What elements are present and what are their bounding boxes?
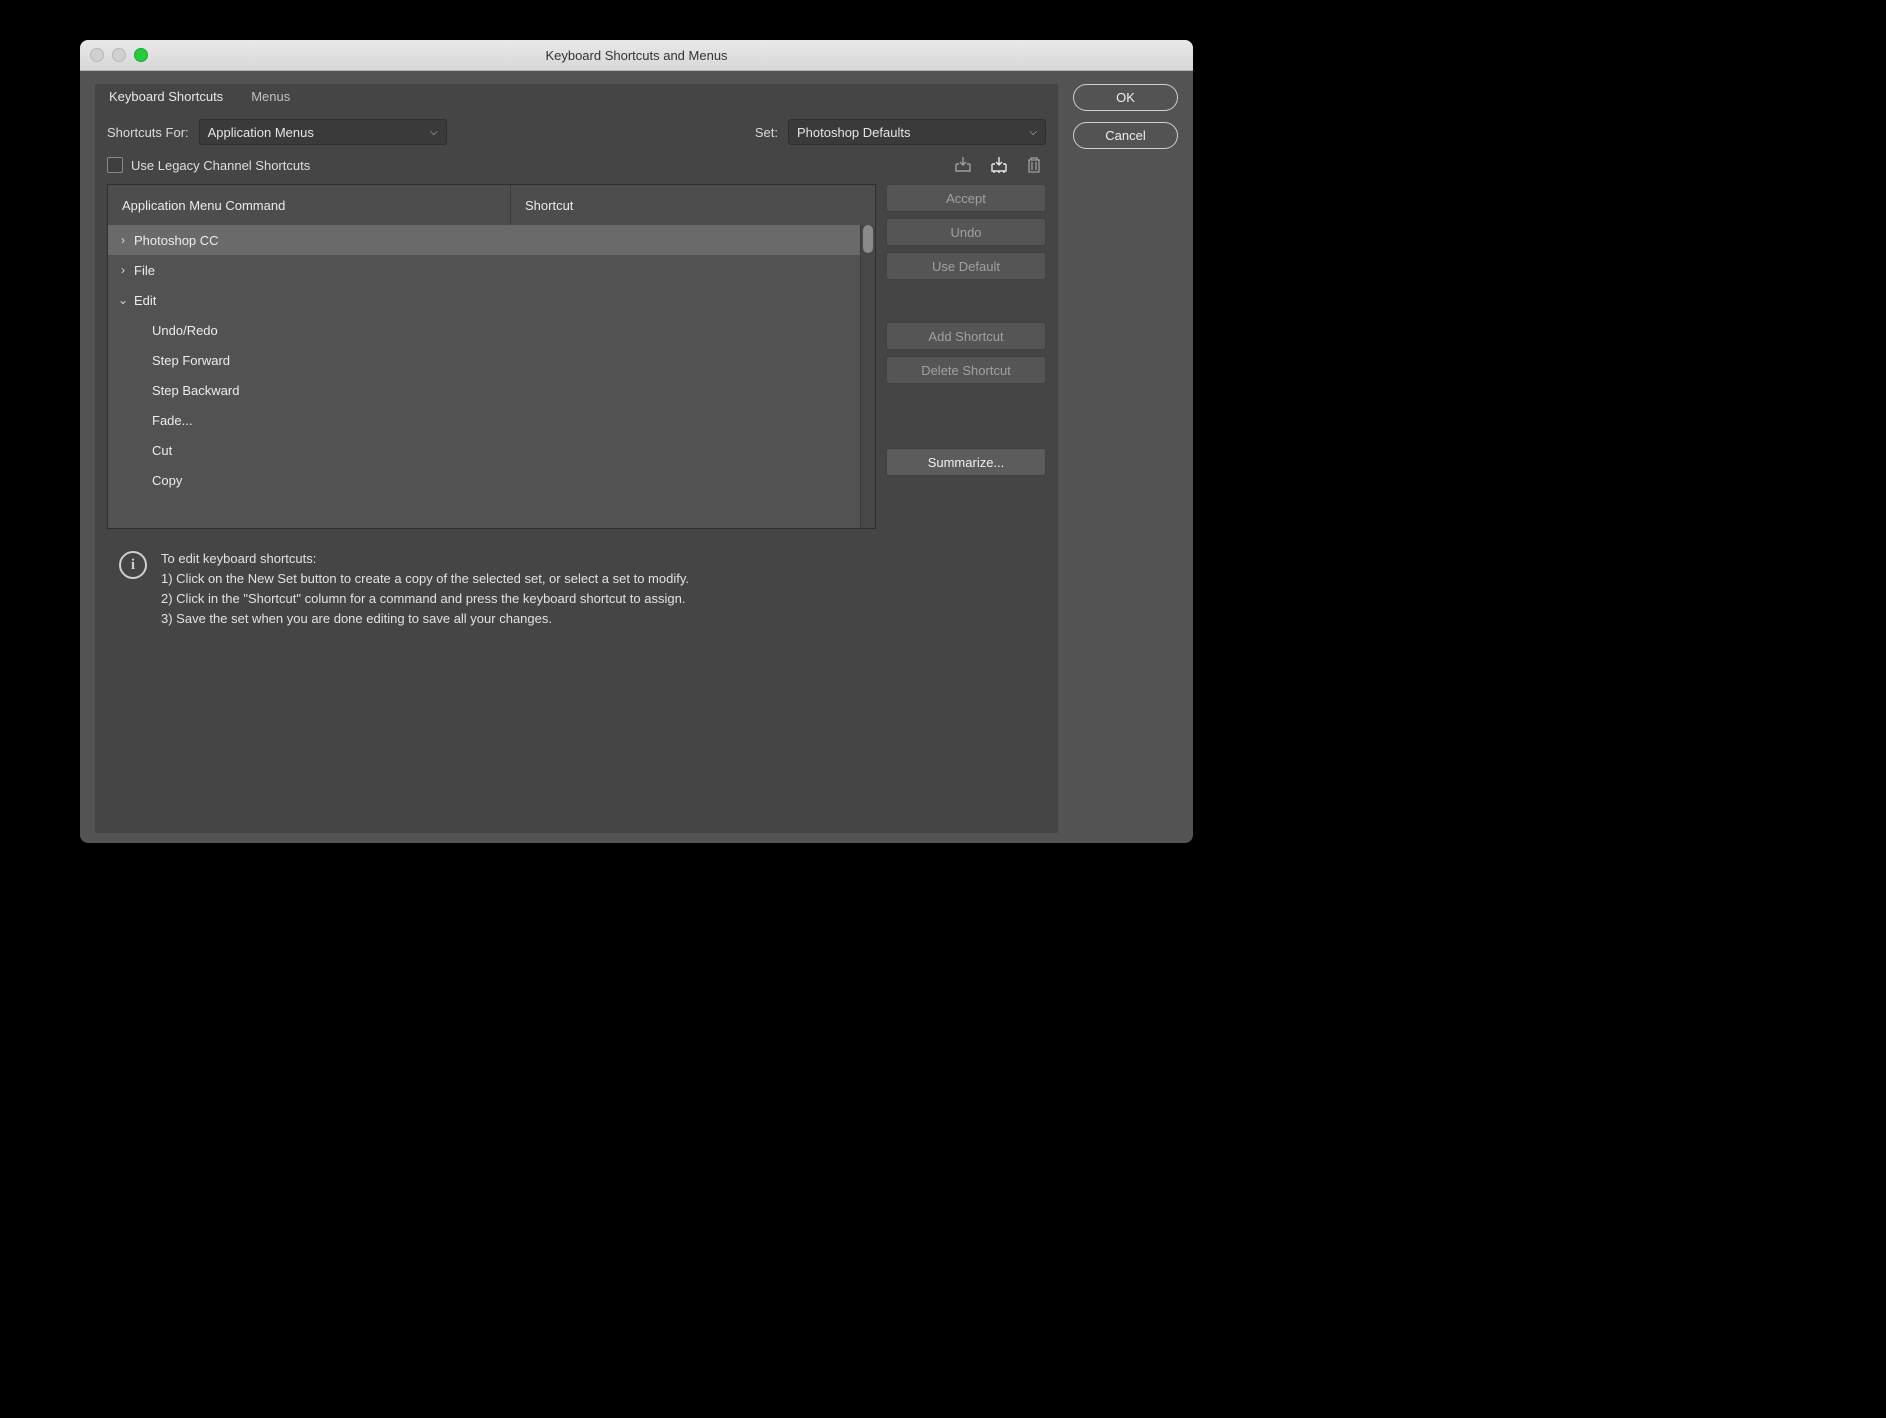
undo-button[interactable]: Undo (886, 218, 1046, 246)
tab-keyboard-shortcuts[interactable]: Keyboard Shortcuts (95, 84, 237, 108)
table-rows: › Photoshop CC › File ⌄ Edit (108, 225, 861, 528)
row-label: Step Forward (152, 353, 230, 368)
trash-icon[interactable] (1026, 156, 1042, 174)
row-label: File (134, 263, 155, 278)
cancel-button[interactable]: Cancel (1073, 122, 1178, 149)
minimize-window-button[interactable] (112, 48, 126, 62)
shortcuts-for-label: Shortcuts For: (107, 125, 189, 140)
table-body: › Photoshop CC › File ⌄ Edit (108, 225, 875, 528)
chevron-down-icon: ⌵ (1029, 127, 1037, 138)
table-row[interactable]: Cut (108, 435, 861, 465)
column-header-command[interactable]: Application Menu Command (108, 185, 511, 225)
action-buttons-column: Accept Undo Use Default Add Shortcut Del… (886, 184, 1046, 529)
info-area: i To edit keyboard shortcuts: 1) Click o… (119, 549, 1046, 630)
row-label: Copy (152, 473, 182, 488)
table-row[interactable]: ⌄ Edit (108, 285, 861, 315)
chevron-right-icon: › (116, 263, 130, 277)
accept-button[interactable]: Accept (886, 184, 1046, 212)
table-row[interactable]: Undo/Redo (108, 315, 861, 345)
shortcuts-for-value: Application Menus (208, 125, 314, 140)
window-title: Keyboard Shortcuts and Menus (80, 48, 1193, 63)
close-window-button[interactable] (90, 48, 104, 62)
tab-bar: Keyboard Shortcuts Menus (95, 84, 1058, 108)
chevron-down-icon: ⌵ (430, 127, 438, 138)
set-label: Set: (755, 125, 778, 140)
row-label: Fade... (152, 413, 192, 428)
table-row[interactable]: Fade... (108, 405, 861, 435)
info-line: 2) Click in the "Shortcut" column for a … (161, 589, 689, 609)
table-row[interactable]: Copy (108, 465, 861, 495)
set-select[interactable]: Photoshop Defaults ⌵ (788, 119, 1046, 145)
titlebar: Keyboard Shortcuts and Menus (80, 40, 1193, 71)
info-text: To edit keyboard shortcuts: 1) Click on … (161, 549, 689, 630)
zoom-window-button[interactable] (134, 48, 148, 62)
row-label: Undo/Redo (152, 323, 218, 338)
row-label: Cut (152, 443, 172, 458)
add-shortcut-button[interactable]: Add Shortcut (886, 322, 1046, 350)
panel-content: Shortcuts For: Application Menus ⌵ Set: … (95, 108, 1058, 833)
new-set-icon[interactable] (990, 156, 1008, 174)
save-set-icon[interactable] (954, 156, 972, 174)
table-row[interactable]: Step Backward (108, 375, 861, 405)
info-line: 3) Save the set when you are done editin… (161, 609, 689, 629)
dialog-button-column: OK Cancel (1073, 84, 1178, 833)
set-value: Photoshop Defaults (797, 125, 910, 140)
scroll-thumb[interactable] (863, 225, 873, 253)
legacy-channel-label: Use Legacy Channel Shortcuts (131, 158, 310, 173)
legacy-channel-checkbox[interactable] (107, 157, 123, 173)
use-default-button[interactable]: Use Default (886, 252, 1046, 280)
window-body: Keyboard Shortcuts Menus Shortcuts For: … (80, 70, 1193, 843)
delete-shortcut-button[interactable]: Delete Shortcut (886, 356, 1046, 384)
table-row[interactable]: Step Forward (108, 345, 861, 375)
info-heading: To edit keyboard shortcuts: (161, 549, 689, 569)
table-row[interactable]: › File (108, 255, 861, 285)
shortcuts-table: Application Menu Command Shortcut › Phot… (107, 184, 876, 529)
row-label: Step Backward (152, 383, 239, 398)
table-row[interactable]: › Photoshop CC (108, 225, 861, 255)
chevron-right-icon: › (116, 233, 130, 247)
info-line: 1) Click on the New Set button to create… (161, 569, 689, 589)
set-toolbar-icons (954, 156, 1046, 174)
shortcuts-for-select[interactable]: Application Menus ⌵ (199, 119, 447, 145)
main-area: Keyboard Shortcuts Menus Shortcuts For: … (95, 84, 1058, 833)
dialog-window: Keyboard Shortcuts and Menus Keyboard Sh… (80, 40, 1193, 843)
shortcuts-for-row: Shortcuts For: Application Menus ⌵ Set: … (95, 108, 1058, 150)
tab-menus[interactable]: Menus (237, 84, 304, 108)
column-header-shortcut[interactable]: Shortcut (511, 185, 875, 225)
legacy-row: Use Legacy Channel Shortcuts (95, 150, 1058, 178)
table-header: Application Menu Command Shortcut (108, 185, 875, 225)
row-label: Edit (134, 293, 156, 308)
chevron-down-icon: ⌄ (116, 293, 130, 307)
window-controls (90, 48, 148, 62)
summarize-button[interactable]: Summarize... (886, 448, 1046, 476)
shortcuts-table-area: Application Menu Command Shortcut › Phot… (107, 184, 1046, 529)
table-scrollbar[interactable] (860, 225, 875, 528)
info-icon: i (119, 551, 147, 579)
row-label: Photoshop CC (134, 233, 219, 248)
ok-button[interactable]: OK (1073, 84, 1178, 111)
